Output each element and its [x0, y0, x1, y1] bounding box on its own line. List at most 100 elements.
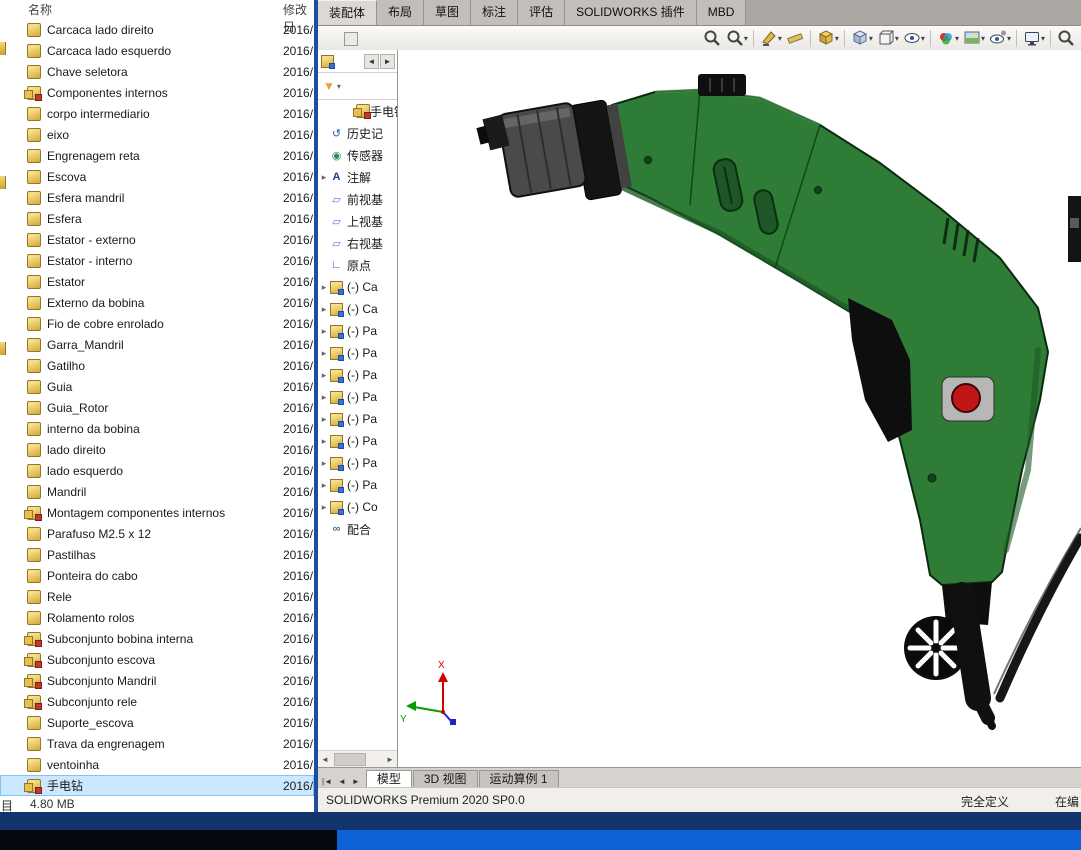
view-settings-icon[interactable]: [987, 27, 1009, 49]
file-row[interactable]: Carcaca lado direito2016/: [0, 19, 314, 40]
chevron-down-icon[interactable]: ▾: [1041, 34, 1045, 43]
tree-component-row[interactable]: ▸(-) Pa: [318, 452, 397, 474]
view-tab[interactable]: 3D 视图: [413, 770, 478, 788]
commandmanager-tab[interactable]: SOLIDWORKS 插件: [565, 0, 697, 25]
taskbar[interactable]: [0, 830, 1081, 850]
edit-appearance-icon[interactable]: [935, 27, 957, 49]
featuremanager-tab-icon[interactable]: [321, 55, 334, 68]
display-style-icon[interactable]: [875, 27, 897, 49]
file-row[interactable]: Componentes internos2016/: [0, 82, 314, 103]
commandmanager-tab[interactable]: 装配体: [318, 0, 377, 25]
zoom-to-fit-icon[interactable]: [701, 27, 723, 49]
chevron-down-icon[interactable]: ▾: [778, 34, 782, 43]
file-row[interactable]: Externo da bobina2016/: [0, 292, 314, 313]
view-tab[interactable]: 运动算例 1: [479, 770, 559, 788]
apply-scene-icon[interactable]: [961, 27, 983, 49]
pin-icon[interactable]: [344, 32, 358, 46]
view-tab-nav-button[interactable]: ◄: [336, 777, 348, 786]
panel-scroll-right-button[interactable]: ►: [380, 54, 395, 69]
file-row[interactable]: Trava da engrenagem2016/: [0, 733, 314, 754]
tree-component-row[interactable]: ▸(-) Ca: [318, 298, 397, 320]
hide-show-items-icon[interactable]: [901, 27, 923, 49]
zoom-area-icon[interactable]: [724, 27, 746, 49]
tree-horizontal-scrollbar[interactable]: ◄ ►: [318, 750, 397, 768]
chevron-down-icon[interactable]: ▾: [1007, 34, 1011, 43]
view-tab-nav-button[interactable]: ►: [350, 777, 362, 786]
assembly-visualization-icon[interactable]: [815, 27, 837, 49]
file-row[interactable]: lado direito2016/: [0, 439, 314, 460]
expand-arrow-icon[interactable]: ▸: [319, 392, 329, 403]
expand-arrow-icon[interactable]: ▸: [319, 414, 329, 425]
expand-arrow-icon[interactable]: ▸: [319, 304, 329, 315]
file-row[interactable]: Suporte_escova2016/: [0, 712, 314, 733]
expand-arrow-icon[interactable]: ▸: [319, 502, 329, 513]
tree-root-assembly[interactable]: 手电钻 (默: [318, 100, 397, 122]
tree-component-row[interactable]: ▸(-) Pa: [318, 474, 397, 496]
file-row[interactable]: Esfera2016/: [0, 208, 314, 229]
file-row[interactable]: interno da bobina2016/: [0, 418, 314, 439]
file-row[interactable]: Fio de cobre enrolado2016/: [0, 313, 314, 334]
file-row[interactable]: Rele2016/: [0, 586, 314, 607]
file-row[interactable]: Subconjunto Mandril2016/: [0, 670, 314, 691]
viewport-3d[interactable]: X Y: [398, 50, 1081, 768]
tree-component-row[interactable]: ▸(-) Ca: [318, 276, 397, 298]
file-row[interactable]: Guia_Rotor2016/: [0, 397, 314, 418]
scroll-left-arrow[interactable]: ◄: [318, 755, 332, 764]
tree-item-annotations[interactable]: ▸A注解: [318, 166, 397, 188]
file-row[interactable]: Gatilho2016/: [0, 355, 314, 376]
search-icon[interactable]: [1055, 27, 1077, 49]
chevron-down-icon[interactable]: ▾: [955, 34, 959, 43]
expand-arrow-icon[interactable]: ▸: [319, 436, 329, 447]
view-tab[interactable]: 模型: [366, 770, 412, 788]
commandmanager-tab[interactable]: 标注: [471, 0, 518, 25]
file-row[interactable]: Guia2016/: [0, 376, 314, 397]
chevron-down-icon[interactable]: ▾: [869, 34, 873, 43]
file-row[interactable]: Parafuso M2.5 x 122016/: [0, 523, 314, 544]
file-row[interactable]: Esfera mandril2016/: [0, 187, 314, 208]
tree-item-mates[interactable]: ∞配合: [318, 518, 397, 540]
commandmanager-tab[interactable]: 草图: [424, 0, 471, 25]
view-tab-nav-button[interactable]: |◄: [320, 777, 334, 786]
view-orientation-icon[interactable]: [849, 27, 871, 49]
file-row[interactable]: Ponteira do cabo2016/: [0, 565, 314, 586]
commandmanager-tab[interactable]: MBD: [697, 0, 747, 25]
expand-arrow-icon[interactable]: ▸: [319, 172, 329, 183]
expand-arrow-icon[interactable]: ▸: [319, 480, 329, 491]
file-row[interactable]: Mandril2016/: [0, 481, 314, 502]
section-view-icon[interactable]: [758, 27, 780, 49]
commandmanager-tab[interactable]: 评估: [518, 0, 565, 25]
tree-item-sensors[interactable]: ◉传感器: [318, 144, 397, 166]
expand-arrow-icon[interactable]: ▸: [319, 326, 329, 337]
file-row[interactable]: Engrenagem reta2016/: [0, 145, 314, 166]
tree-filter[interactable]: ▼ ▾: [318, 73, 397, 100]
chevron-down-icon[interactable]: ▾: [981, 34, 985, 43]
tree-component-row[interactable]: ▸(-) Pa: [318, 342, 397, 364]
tree-component-row[interactable]: ▸(-) Pa: [318, 386, 397, 408]
file-row[interactable]: Montagem componentes internos2016/: [0, 502, 314, 523]
file-row[interactable]: Estator2016/: [0, 271, 314, 292]
tree-component-row[interactable]: ▸(-) Pa: [318, 430, 397, 452]
chevron-down-icon[interactable]: ▾: [921, 34, 925, 43]
expand-arrow-icon[interactable]: ▸: [319, 348, 329, 359]
file-row[interactable]: Carcaca lado esquerdo2016/: [0, 40, 314, 61]
file-row[interactable]: Pastilhas2016/: [0, 544, 314, 565]
expand-arrow-icon[interactable]: ▸: [319, 370, 329, 381]
tree-component-row[interactable]: ▸(-) Pa: [318, 320, 397, 342]
tree-component-row[interactable]: ▸(-) Co: [318, 496, 397, 518]
tree-item-plane[interactable]: ▱前视基: [318, 188, 397, 210]
display-monitor-icon[interactable]: [1021, 27, 1043, 49]
file-row[interactable]: Escova2016/: [0, 166, 314, 187]
file-row[interactable]: Estator - interno2016/: [0, 250, 314, 271]
scrollbar-thumb[interactable]: [334, 753, 366, 766]
file-row[interactable]: ventoinha2016/: [0, 754, 314, 775]
tree-item-history[interactable]: ↺历史记: [318, 122, 397, 144]
expand-arrow-icon[interactable]: ▸: [319, 458, 329, 469]
file-row[interactable]: Chave seletora2016/: [0, 61, 314, 82]
scroll-right-arrow[interactable]: ►: [383, 755, 397, 764]
tree-item-plane[interactable]: ▱上视基: [318, 210, 397, 232]
commandmanager-tab[interactable]: 布局: [377, 0, 424, 25]
chevron-down-icon[interactable]: ▾: [835, 34, 839, 43]
tree-item-origin[interactable]: ∟原点: [318, 254, 397, 276]
file-row[interactable]: Subconjunto escova2016/: [0, 649, 314, 670]
file-row[interactable]: corpo intermediario2016/: [0, 103, 314, 124]
